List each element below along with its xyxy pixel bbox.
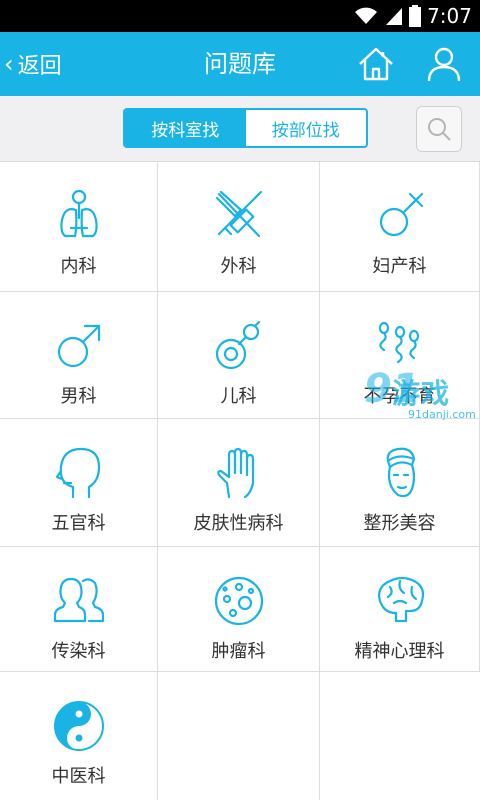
home-icon [359,47,393,81]
filter-bar: 按科室找 按部位找 [0,96,480,162]
department-item[interactable]: 肿瘤科 [158,547,320,672]
department-label: 皮肤性病科 [193,513,284,534]
department-item[interactable]: 儿科 [158,292,320,419]
male-symbol-icon [57,324,100,368]
department-label: 五官科 [51,513,106,534]
page-title: 问题库 [204,50,276,78]
department-label: 内科 [60,256,97,277]
segmented-control: 按科室找 按部位找 [123,108,368,148]
department-label: 精神心理科 [354,641,445,662]
empty-cell [158,672,320,800]
status-bar: 7:07 [0,0,480,32]
back-label: 返回 [17,54,62,79]
yin-yang-icon [53,701,104,751]
department-item[interactable]: 不孕不育 [320,292,480,419]
empty-cell [320,672,480,800]
back-button[interactable]: ‹ 返回 [4,32,62,96]
department-item[interactable]: 精神心理科 [320,547,480,672]
department-item[interactable]: 外科 [158,162,320,292]
chevron-left-icon: ‹ [4,50,14,78]
pacifier-icon [215,320,260,370]
wifi-icon [355,7,378,24]
department-label: 肿瘤科 [211,641,266,662]
user-icon [427,47,461,82]
department-label: 妇产科 [372,256,427,277]
signal-icon [386,8,403,25]
user-button[interactable] [424,44,464,84]
department-label: 儿科 [220,386,257,407]
app-header: ‹ 返回 问题库 [0,32,480,96]
department-label: 中医科 [51,766,106,787]
department-label: 传染科 [51,641,106,662]
tab-by-department[interactable]: 按科室找 [125,110,246,146]
department-item[interactable]: 传染科 [0,547,158,672]
search-icon [428,118,451,141]
battery-icon [409,5,422,27]
status-time: 7:07 [427,4,472,28]
department-item[interactable]: 男科 [0,292,158,419]
department-item[interactable]: 内科 [0,162,158,292]
department-item[interactable]: 五官科 [0,419,158,547]
tab-by-body-part[interactable]: 按部位找 [246,110,367,146]
home-button[interactable] [356,44,396,84]
hand-icon [216,447,254,499]
search-button[interactable] [416,106,462,152]
department-label: 外科 [220,256,257,277]
department-label: 不孕不育 [363,386,436,407]
sperm-icon [378,321,419,364]
two-people-icon [53,577,104,623]
face-towel-icon [386,447,415,498]
female-symbol-icon [379,192,423,237]
cell-icon [214,576,263,626]
scalpel-syringe-icon [215,190,262,238]
department-grid: 内科 外科 妇产科 男科 儿科 不孕不育 五官科 皮肤性病科 整形美容 传染科 … [0,162,480,800]
department-item[interactable]: 整形美容 [320,419,480,547]
department-item[interactable]: 中医科 [0,672,158,800]
lungs-icon [59,189,98,238]
brain-icon [377,576,424,623]
department-item[interactable]: 皮肤性病科 [158,419,320,547]
department-label: 整形美容 [363,513,436,534]
department-label: 男科 [60,386,97,407]
department-item[interactable]: 妇产科 [320,162,480,292]
head-profile-icon [55,447,100,499]
